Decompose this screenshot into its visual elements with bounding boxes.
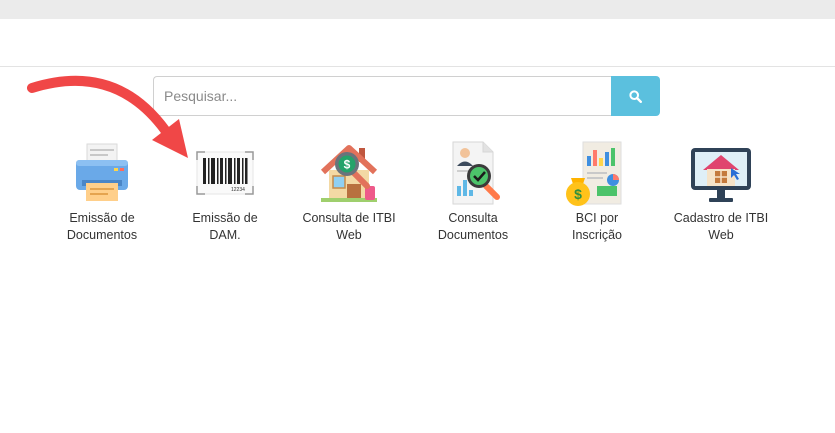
tile-emissao-documentos[interactable]: Emissão de Documentos — [43, 140, 161, 250]
tile-label: Consulta Documentos — [437, 211, 509, 242]
tile-label: BCI por Inscrição — [571, 211, 623, 242]
report-money-icon: $ — [566, 141, 622, 206]
barcode-icon: 12234 — [196, 151, 254, 195]
search-icon — [629, 89, 642, 103]
printer-icon — [76, 143, 128, 201]
monitor-house-icon — [691, 148, 751, 202]
tile-cadastro-itbi-web[interactable]: Cadastro de ITBI Web — [662, 140, 780, 250]
svg-text:$: $ — [344, 158, 351, 172]
document-check-search-icon — [452, 141, 500, 205]
tile-emissao-dam[interactable]: 12234 Emissão de DAM. — [166, 140, 284, 250]
tile-label: Consulta de ITBI Web — [302, 211, 396, 242]
svg-text:$: $ — [574, 186, 582, 202]
tile-label: Emissão de DAM. — [192, 211, 258, 242]
header-divider — [0, 66, 835, 67]
tile-consulta-documentos[interactable]: Consulta Documentos — [414, 140, 532, 250]
browser-top-bar — [0, 0, 835, 19]
tile-label: Cadastro de ITBI Web — [673, 211, 769, 242]
search-bar — [153, 76, 660, 116]
search-button[interactable] — [611, 76, 660, 116]
tile-consulta-itbi-web[interactable]: $ Consulta de ITBI Web — [290, 140, 408, 250]
tile-bci-por-inscricao[interactable]: $ BCI por Inscrição — [538, 140, 656, 250]
barcode-number: 12234 — [231, 187, 245, 193]
search-input[interactable] — [153, 76, 611, 116]
house-dollar-search-icon: $ — [320, 145, 378, 202]
tile-label: Emissão de Documentos — [66, 211, 138, 242]
